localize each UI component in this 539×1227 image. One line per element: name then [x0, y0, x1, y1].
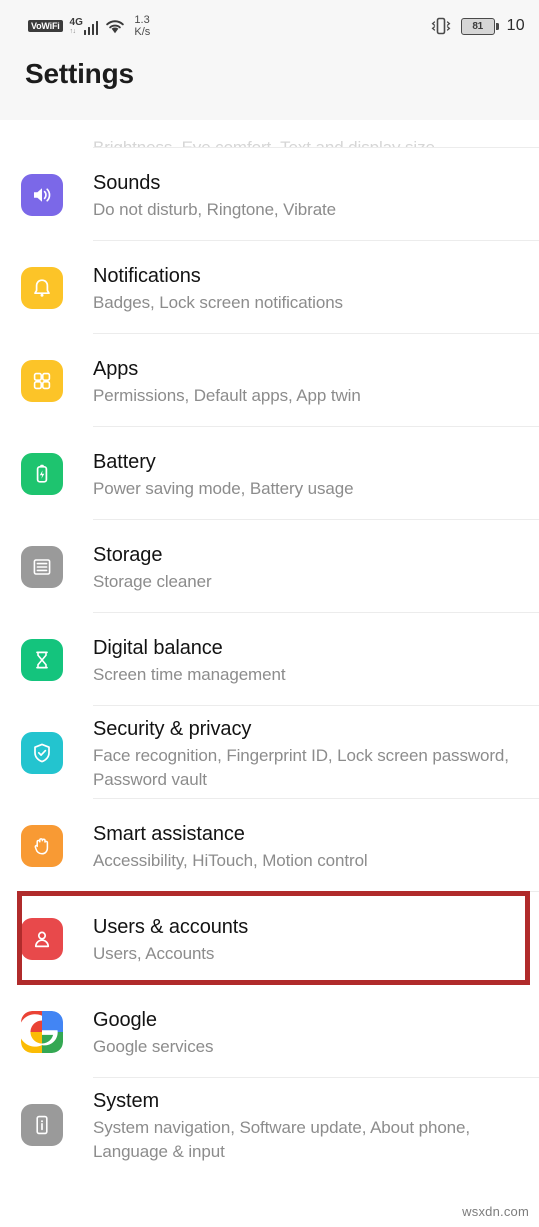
settings-row-title: Users & accounts	[93, 915, 249, 938]
settings-row-title: Sounds	[93, 171, 161, 194]
watermark: wsxdn.com	[462, 1204, 529, 1219]
hourglass-icon	[21, 638, 63, 681]
settings-row-title: Notifications	[93, 264, 201, 287]
battery-level-label: 81	[472, 20, 483, 32]
google-g-icon	[21, 1010, 63, 1053]
page-title: Settings	[25, 58, 134, 89]
settings-row-subtitle: Power saving mode, Battery usage	[93, 478, 354, 498]
grid-icon	[21, 359, 63, 402]
settings-row-title: Digital balance	[93, 636, 223, 659]
settings-row-google[interactable]: Google Google services	[0, 985, 539, 1078]
network-speed-value: 1.3	[134, 13, 150, 26]
settings-row-subtitle: Screen time management	[93, 664, 286, 684]
settings-row-storage[interactable]: Storage Storage cleaner	[0, 520, 539, 613]
settings-row-subtitle: Users, Accounts	[93, 943, 215, 963]
settings-row-security-privacy[interactable]: Security & privacy Face recognition, Fin…	[0, 706, 539, 799]
settings-row-display[interactable]: Brightness, Eye comfort, Text and displa…	[0, 120, 539, 148]
settings-row-system[interactable]: System System navigation, Software updat…	[0, 1078, 539, 1171]
wifi-icon	[105, 19, 125, 34]
settings-row-body: Smart assistance Accessibility, HiTouch,…	[93, 819, 539, 873]
settings-row-smart-assistance[interactable]: Smart assistance Accessibility, HiTouch,…	[0, 799, 539, 892]
settings-row-title: Google	[93, 1008, 157, 1031]
network-speed-unit: K/s	[134, 26, 151, 38]
settings-row-subtitle: Google services	[93, 1036, 214, 1056]
settings-row-title: Security & privacy	[93, 717, 252, 740]
settings-row-subtitle: System navigation, Software update, Abou…	[93, 1118, 471, 1161]
network-type-label: 4G	[69, 16, 83, 28]
settings-row-body: Apps Permissions, Default apps, App twin	[93, 354, 539, 408]
settings-row-subtitle: Accessibility, HiTouch, Motion control	[93, 850, 368, 870]
settings-row-users-accounts[interactable]: Users & accounts Users, Accounts	[0, 892, 539, 985]
speaker-icon	[21, 173, 63, 216]
settings-row-body: Storage Storage cleaner	[93, 540, 539, 594]
settings-row-body: Google Google services	[93, 1005, 539, 1059]
vibrate-icon	[429, 16, 453, 36]
storage-lines-icon	[21, 545, 63, 588]
signal-bars-icon	[83, 20, 99, 35]
page-header: Settings	[0, 52, 539, 120]
status-bar: VoWiFi 4G ↑↓ 1.3 K/s 81 10	[0, 0, 539, 52]
settings-row-sounds[interactable]: Sounds Do not disturb, Ringtone, Vibrate	[0, 148, 539, 241]
status-bar-left: VoWiFi 4G ↑↓ 1.3 K/s	[28, 14, 150, 39]
settings-row-body: Users & accounts Users, Accounts	[93, 912, 539, 966]
settings-row-battery[interactable]: Battery Power saving mode, Battery usage	[0, 427, 539, 520]
settings-row-subtitle: Do not disturb, Ringtone, Vibrate	[93, 199, 337, 219]
network-type-indicator: 4G ↑↓	[69, 16, 99, 35]
settings-row-body: System System navigation, Software updat…	[93, 1086, 539, 1163]
settings-row-subtitle: Storage cleaner	[93, 571, 212, 591]
settings-screen: VoWiFi 4G ↑↓ 1.3 K/s 81 10 Settings Brig…	[0, 0, 539, 1227]
settings-row-title: Storage	[93, 543, 163, 566]
settings-row-title: Smart assistance	[93, 822, 245, 845]
settings-row-title: Battery	[93, 450, 156, 473]
settings-row-notifications[interactable]: Notifications Badges, Lock screen notifi…	[0, 241, 539, 334]
settings-row-apps[interactable]: Apps Permissions, Default apps, App twin	[0, 334, 539, 427]
vowifi-badge: VoWiFi	[28, 20, 63, 32]
settings-row-title: System	[93, 1089, 160, 1112]
phone-info-icon	[21, 1103, 63, 1146]
settings-row-body: Sounds Do not disturb, Ringtone, Vibrate	[93, 168, 539, 222]
person-icon	[21, 917, 63, 960]
hand-icon	[21, 824, 63, 867]
settings-row-subtitle: Permissions, Default apps, App twin	[93, 385, 361, 405]
network-arrows-icon: ↑↓	[69, 27, 77, 35]
settings-row-subtitle: Badges, Lock screen notifications	[93, 292, 343, 312]
network-speed: 1.3 K/s	[134, 14, 150, 39]
settings-row-body: Battery Power saving mode, Battery usage	[93, 447, 539, 501]
shield-check-icon	[21, 731, 63, 774]
battery-bolt-icon	[21, 452, 63, 495]
settings-row-digital-balance[interactable]: Digital balance Screen time management	[0, 613, 539, 706]
battery-icon: 81	[460, 17, 499, 35]
bell-icon	[21, 266, 63, 309]
settings-row-body: Notifications Badges, Lock screen notifi…	[93, 261, 539, 315]
settings-row-title: Apps	[93, 357, 139, 380]
settings-row-body: Digital balance Screen time management	[93, 633, 539, 687]
settings-list: Brightness, Eye comfort, Text and displa…	[0, 120, 539, 1171]
settings-row-body: Security & privacy Face recognition, Fin…	[93, 714, 539, 791]
status-bar-right: 81 10	[429, 16, 525, 36]
settings-row-subtitle: Face recognition, Fingerprint ID, Lock s…	[93, 746, 509, 789]
status-bar-clock: 10	[506, 17, 525, 34]
